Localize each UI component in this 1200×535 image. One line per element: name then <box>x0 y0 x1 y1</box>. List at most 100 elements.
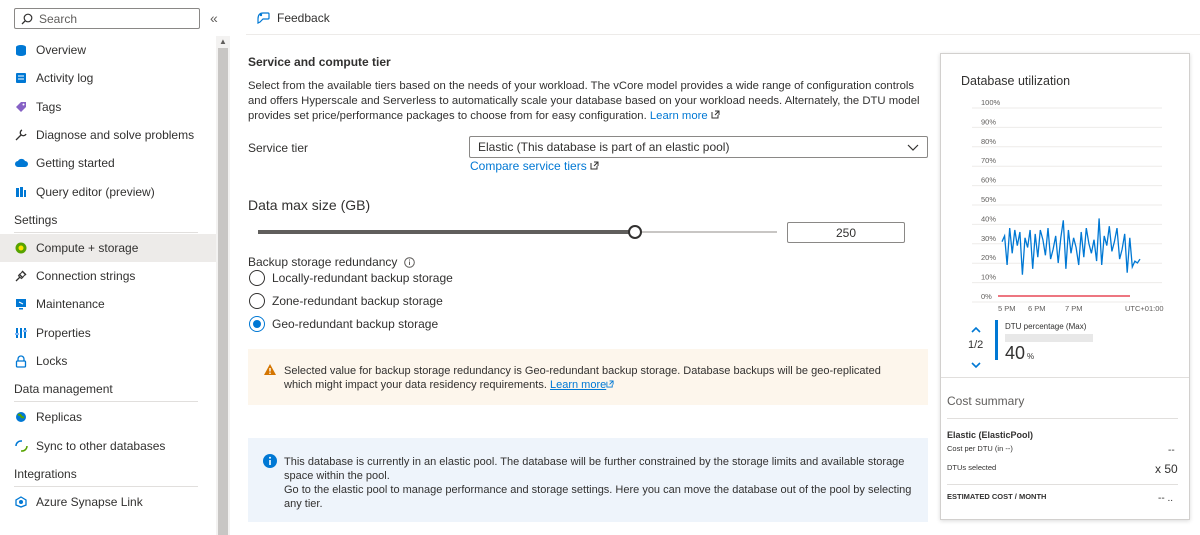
y-tick-label: 90% <box>981 117 996 126</box>
y-tick-label: 100% <box>981 98 1001 107</box>
learn-more-link[interactable]: Learn more <box>650 110 720 122</box>
sidebar-item-properties[interactable]: Properties <box>0 319 216 347</box>
chevron-up-icon[interactable] <box>966 322 986 336</box>
sidebar-item-label: Azure Synapse Link <box>36 494 143 509</box>
info-banner: This database is currently in an elastic… <box>248 438 928 522</box>
wrench-icon <box>14 128 28 142</box>
section-divider <box>14 231 198 233</box>
data-size-slider-fill <box>258 230 635 234</box>
search-placeholder: Search <box>39 11 78 26</box>
radio-button[interactable] <box>249 293 265 309</box>
compare-service-tiers-link[interactable]: Compare service tiers <box>470 159 599 173</box>
sidebar-item-locks[interactable]: Locks <box>0 347 216 375</box>
database-icon <box>14 43 28 57</box>
cost-divider <box>947 484 1178 485</box>
backup-option-locally-redundant[interactable]: Locally-redundant backup storage <box>249 270 453 286</box>
y-tick-label: 50% <box>981 195 996 204</box>
radio-label: Zone-redundant backup storage <box>272 294 443 308</box>
backup-option-geo-redundant[interactable]: Geo-redundant backup storage <box>249 316 438 332</box>
cost-per-dtu-label: Cost per DTU (in --) <box>947 444 1013 453</box>
feedback-button[interactable]: Feedback <box>256 10 330 25</box>
sidebar-item-activity-log[interactable]: Activity log <box>0 64 216 92</box>
y-tick-label: 80% <box>981 137 996 146</box>
data-max-size-input[interactable]: 250 <box>787 222 905 243</box>
sidebar-item-label: Getting started <box>36 156 115 171</box>
y-tick-label: 40% <box>981 214 996 223</box>
tier-description: Select from the available tiers based on… <box>248 79 934 124</box>
chevron-down-icon <box>907 141 919 156</box>
feedback-label: Feedback <box>277 10 330 25</box>
sidebar-item-sync-to-other-databases[interactable]: Sync to other databases <box>0 432 216 460</box>
data-size-slider-thumb[interactable] <box>627 225 642 239</box>
info-text: This database is currently in an elastic… <box>284 455 914 511</box>
x-tick-label: 7 PM <box>1065 304 1083 313</box>
estimated-cost-value: -- .. <box>1158 493 1173 504</box>
y-tick-label: 20% <box>981 253 996 262</box>
toolbar-divider <box>246 34 1200 35</box>
sidebar-item-azure-synapse-link[interactable]: Azure Synapse Link <box>0 488 216 516</box>
info-icon[interactable] <box>404 256 416 268</box>
radio-label: Geo-redundant backup storage <box>272 317 439 331</box>
sidebar: Search « Overview Activity log Tags Diagnos… <box>0 0 230 535</box>
sidebar-item-label: Connection strings <box>36 269 136 284</box>
sync-icon <box>14 439 28 453</box>
legend-page-indicator: 1/2 <box>968 339 984 351</box>
x-tick-label: UTC+01:00 <box>1125 304 1164 313</box>
cost-summary-title: Cost summary <box>947 394 1025 408</box>
sidebar-item-maintenance[interactable]: Maintenance <box>0 290 216 318</box>
sidebar-scroll-thumb[interactable] <box>218 48 228 535</box>
section-divider <box>14 485 198 487</box>
sidebar-item-replicas[interactable]: Replicas <box>0 403 216 431</box>
backup-redundancy-label: Backup storage redundancy <box>248 255 416 269</box>
radio-button[interactable] <box>249 270 265 286</box>
lock-icon <box>14 354 28 368</box>
description-text: Select from the available tiers based on… <box>248 80 920 122</box>
sidebar-item-label: Maintenance <box>36 297 105 312</box>
radio-button[interactable] <box>249 316 265 332</box>
sidebar-item-diagnose-and-solve-problems[interactable]: Diagnose and solve problems <box>0 121 216 149</box>
section-settings: Settings <box>14 212 58 227</box>
sidebar-item-tags[interactable]: Tags <box>0 93 216 121</box>
sidebar-item-label: Overview <box>36 43 87 57</box>
synapse-icon <box>14 495 28 509</box>
collapse-sidebar-icon[interactable]: « <box>210 10 218 26</box>
sidebar-item-label: Diagnose and solve problems <box>36 127 195 142</box>
warning-icon <box>263 363 277 379</box>
service-tier-value: Elastic (This database is part of an ela… <box>478 140 730 154</box>
sidebar-item-compute-storage[interactable]: Compute + storage <box>0 233 216 262</box>
radio-label: Locally-redundant backup storage <box>272 271 453 285</box>
x-tick-label: 6 PM <box>1028 304 1046 313</box>
dtus-selected-label: DTUs selected <box>947 463 997 472</box>
chevron-down-icon[interactable] <box>966 358 986 372</box>
sidebar-item-getting-started[interactable]: Getting started <box>0 149 216 177</box>
warning-banner: Selected value for backup storage redund… <box>248 349 928 405</box>
sidebar-item-overview[interactable]: Overview <box>0 36 216 64</box>
service-tier-dropdown[interactable]: Elastic (This database is part of an ela… <box>469 136 928 158</box>
sidebar-item-label: Tags <box>36 99 62 114</box>
sidebar-item-label: Replicas <box>36 410 83 425</box>
sidebar-item-connection-strings[interactable]: Connection strings <box>0 262 216 290</box>
info-line-1: This database is currently in an elastic… <box>284 456 905 482</box>
section-integrations: Integrations <box>14 466 77 481</box>
search-input[interactable]: Search <box>14 8 200 29</box>
y-tick-label: 0% <box>981 292 992 301</box>
connection-icon <box>14 269 28 283</box>
sidebar-item-label: Activity log <box>36 71 94 86</box>
maintenance-icon <box>14 297 28 311</box>
sidebar-item-query-editor-preview[interactable]: Query editor (preview) <box>0 178 216 206</box>
legend-color-bar <box>995 320 998 360</box>
backup-option-zone-redundant[interactable]: Zone-redundant backup storage <box>249 293 443 309</box>
section-title: Service and compute tier <box>248 55 391 69</box>
cost-divider <box>947 418 1178 419</box>
estimated-cost-label: ESTIMATED COST / MONTH <box>947 492 1047 501</box>
section-divider <box>14 401 198 403</box>
warning-text: Selected value for backup storage redund… <box>284 365 881 391</box>
activity-log-icon <box>14 71 28 85</box>
scroll-up-icon[interactable]: ▲ <box>219 37 227 46</box>
sidebar-item-label: Query editor (preview) <box>36 184 155 199</box>
warning-learn-more-link[interactable]: Learn more <box>550 379 606 391</box>
external-link-icon <box>590 161 599 170</box>
data-max-size-title: Data max size (GB) <box>248 197 371 213</box>
properties-icon <box>14 326 28 340</box>
cost-per-dtu-value: -- <box>1168 445 1175 456</box>
